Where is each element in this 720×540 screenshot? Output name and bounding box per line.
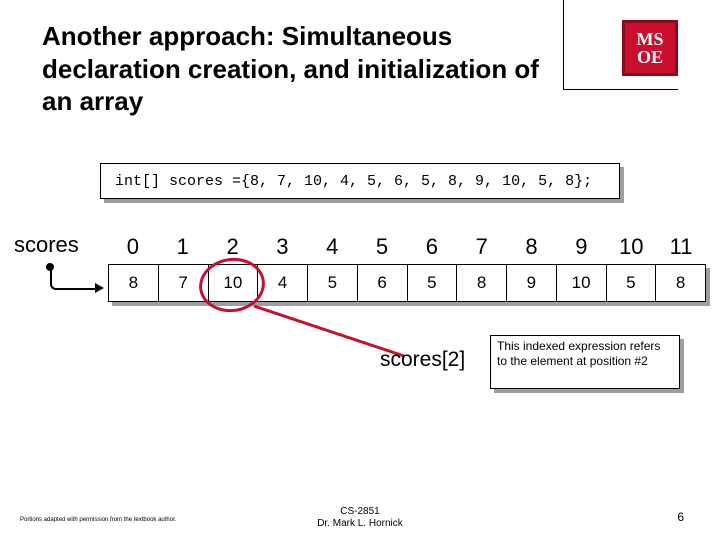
page-number: 6 [677, 510, 684, 524]
logo-line-1: MS [637, 30, 664, 48]
code-box: int[] scores ={8, 7, 10, 4, 5, 6, 5, 8, … [100, 163, 620, 199]
slide-title: Another approach: Simultaneous declarati… [42, 20, 562, 118]
note-text: This indexed expression refers to the el… [490, 335, 680, 389]
index-cell: 10 [606, 234, 656, 262]
value-cell: 10 [208, 264, 259, 302]
index-cell: 1 [158, 234, 208, 262]
index-cell: 0 [108, 234, 158, 262]
index-cell: 5 [357, 234, 407, 262]
value-cell: 6 [357, 264, 408, 302]
value-cell: 9 [506, 264, 557, 302]
value-cell: 7 [158, 264, 209, 302]
value-cell: 10 [556, 264, 607, 302]
reference-arrowhead-icon [95, 283, 104, 293]
note-box: This indexed expression refers to the el… [490, 335, 680, 389]
index-cell: 2 [208, 234, 258, 262]
index-cell: 3 [257, 234, 307, 262]
index-cell: 7 [457, 234, 507, 262]
value-row-wrap: 8 7 10 4 5 6 5 8 9 10 5 8 [108, 264, 706, 302]
array-variable-label: scores [14, 232, 79, 258]
value-cell: 4 [257, 264, 308, 302]
footer-course-code: CS-2851 [317, 506, 403, 518]
array-diagram: 0 1 2 3 4 5 6 7 8 9 10 11 8 7 10 4 5 6 5… [108, 234, 706, 302]
msoe-logo: MS OE [622, 20, 678, 76]
value-row: 8 7 10 4 5 6 5 8 9 10 5 8 [108, 264, 706, 302]
index-cell: 8 [507, 234, 557, 262]
footer-course: CS-2851 Dr. Mark L. Hornick [317, 506, 403, 530]
index-cell: 6 [407, 234, 457, 262]
value-cell: 5 [606, 264, 657, 302]
value-cell: 8 [655, 264, 706, 302]
index-cell: 4 [307, 234, 357, 262]
value-cell: 5 [407, 264, 458, 302]
header-divider-horizontal [563, 89, 678, 90]
footer-attribution: Portions adapted with permission from th… [20, 517, 180, 524]
footer-instructor: Dr. Mark L. Hornick [317, 518, 403, 530]
index-cell: 11 [656, 234, 706, 262]
value-cell: 5 [307, 264, 358, 302]
value-cell: 8 [456, 264, 507, 302]
code-line: int[] scores ={8, 7, 10, 4, 5, 6, 5, 8, … [100, 163, 620, 199]
indexed-expression-label: scores[2] [380, 348, 465, 372]
index-row: 0 1 2 3 4 5 6 7 8 9 10 11 [108, 234, 706, 262]
logo-line-2: OE [637, 48, 663, 66]
value-cell: 8 [108, 264, 159, 302]
reference-arrow-icon [50, 266, 98, 290]
header-divider-vertical [563, 0, 564, 90]
index-cell: 9 [556, 234, 606, 262]
